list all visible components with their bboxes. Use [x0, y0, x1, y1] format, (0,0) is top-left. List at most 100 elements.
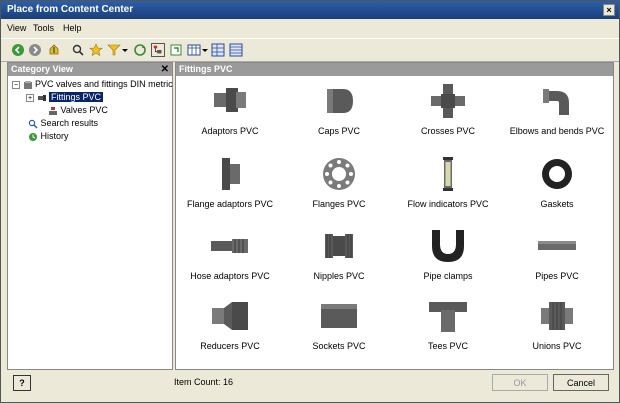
tree-item-label: Search results [40, 118, 99, 128]
item-sockets-pvc[interactable]: Sockets PVC [285, 294, 393, 366]
item-nipples-pvc[interactable]: Nipples PVC [285, 224, 393, 296]
item-label: Flange adaptors PVC [186, 199, 274, 209]
tree-item-label: PVC valves and fittings DIN metric [35, 79, 173, 89]
tree-item-valves-pvc[interactable]: Valves PVC [48, 105, 108, 116]
item-crosses-pvc[interactable]: Crosses PVC [394, 79, 502, 151]
item-label: Flow indicators PVC [407, 199, 489, 209]
ok-button[interactable]: OK [492, 374, 548, 391]
help-button[interactable]: ? [13, 375, 31, 391]
menu-help[interactable]: Help [63, 23, 82, 33]
gasket-icon [542, 159, 572, 189]
adaptor-icon [214, 88, 246, 112]
union-icon [541, 302, 573, 330]
swap-icon[interactable] [169, 43, 183, 57]
item-elbows-bends-pvc[interactable]: Elbows and bends PVC [503, 79, 611, 151]
hose-adaptor-icon [211, 239, 248, 253]
filter-dropdown-icon[interactable] [121, 43, 129, 57]
close-window-button[interactable]: × [603, 4, 615, 16]
item-hose-adaptors-pvc[interactable]: Hose adaptors PVC [176, 224, 284, 296]
window-title: Place from Content Center [7, 4, 134, 15]
item-label: Caps PVC [317, 126, 361, 136]
close-category-view-button[interactable]: ✕ [161, 63, 169, 76]
reducer-icon [212, 302, 248, 330]
elbow-icon [543, 89, 569, 115]
item-flow-indicators-pvc[interactable]: Flow indicators PVC [394, 152, 502, 224]
content-view-title: Fittings PVC [179, 64, 233, 74]
nipple-icon [325, 234, 353, 258]
menu-bar: View Tools Help [1, 21, 619, 37]
item-label: Reducers PVC [200, 341, 260, 351]
view-mode-icon[interactable] [187, 43, 201, 57]
item-tees-pvc[interactable]: Tees PVC [394, 294, 502, 366]
category-view-header: Category View ✕ [8, 63, 172, 76]
search-icon[interactable] [71, 43, 85, 57]
item-label: Gaskets [540, 199, 574, 209]
tree-item-fittings-pvc[interactable]: + Fittings PVC [26, 92, 104, 103]
flange-icon [323, 158, 355, 190]
item-label: Flanges PVC [312, 199, 366, 209]
socket-icon [321, 304, 357, 328]
cancel-button[interactable]: Cancel [553, 374, 609, 391]
item-label: Unions PVC [532, 341, 582, 351]
refresh-icon[interactable] [133, 43, 147, 57]
tee-icon [429, 302, 467, 332]
back-icon[interactable] [11, 43, 25, 57]
item-flanges-pvc[interactable]: Flanges PVC [285, 152, 393, 224]
menu-view[interactable]: View [7, 23, 26, 33]
search-results-icon [28, 119, 38, 129]
item-label: Tees PVC [427, 341, 469, 351]
tree-item-search-results[interactable]: Search results [28, 118, 98, 129]
cross-icon [431, 84, 465, 118]
content-view-header: Fittings PVC [176, 63, 613, 76]
item-label: Crosses PVC [420, 126, 475, 136]
item-caps-pvc[interactable]: Caps PVC [285, 79, 393, 151]
tree-item-label: Valves PVC [60, 105, 108, 115]
title-bar: Place from Content Center × [1, 1, 619, 19]
item-grid: Adaptors PVC Caps PVC Crosses PVC Elbows… [176, 76, 613, 369]
grid-view-icon[interactable] [229, 43, 243, 57]
item-label: Hose adaptors PVC [190, 271, 270, 281]
item-label: Adaptors PVC [201, 126, 259, 136]
category-view-title: Category View [11, 64, 73, 74]
item-adaptors-pvc[interactable]: Adaptors PVC [176, 79, 284, 151]
item-label: Nipples PVC [313, 271, 365, 281]
history-icon [29, 132, 37, 141]
item-gaskets[interactable]: Gaskets [503, 152, 611, 224]
view-mode-dropdown-icon[interactable] [201, 43, 209, 57]
item-pipe-clamps[interactable]: Pipe clamps [394, 224, 502, 296]
filter-icon[interactable] [107, 43, 121, 57]
tree-item-label-selected: Fittings PVC [49, 92, 104, 102]
up-icon[interactable] [47, 43, 61, 57]
item-flange-adaptors-pvc[interactable]: Flange adaptors PVC [176, 152, 284, 224]
tree-item-label: History [40, 131, 69, 141]
toolbar [1, 38, 619, 62]
menu-tools[interactable]: Tools [33, 23, 54, 33]
content-center-dialog: Place from Content Center × View Tools H… [0, 0, 620, 403]
item-count: Item Count: 16 [174, 377, 234, 387]
category-view-pane: Category View ✕ − PVC valves and fitting… [7, 62, 173, 370]
favorites-icon[interactable] [89, 43, 103, 57]
item-reducers-pvc[interactable]: Reducers PVC [176, 294, 284, 366]
content-view-pane: Fittings PVC Adaptors PVC Caps PVC Cross… [175, 62, 614, 370]
forward-icon[interactable] [28, 43, 42, 57]
fitting-icon [37, 94, 46, 101]
item-label: Sockets PVC [312, 341, 366, 351]
item-label: Pipe clamps [423, 271, 473, 281]
item-pipes-pvc[interactable]: Pipes PVC [503, 224, 611, 296]
tree-expander[interactable]: − [12, 80, 20, 89]
pipe-clamp-icon [432, 230, 464, 262]
tree-item-pvc-valves-fittings[interactable]: − PVC valves and fittings DIN metric [12, 79, 173, 90]
tree-item-history[interactable]: History [28, 131, 69, 142]
item-label: Elbows and bends PVC [509, 126, 605, 136]
tree-view-icon[interactable] [151, 43, 165, 57]
tree-expander[interactable]: + [26, 93, 34, 102]
flange-adaptor-icon [222, 158, 240, 190]
item-label: Pipes PVC [535, 271, 579, 281]
pipe-icon [538, 241, 576, 250]
item-unions-pvc[interactable]: Unions PVC [503, 294, 611, 366]
cap-icon [327, 89, 353, 113]
table-view-icon[interactable] [211, 43, 225, 57]
library-icon [23, 80, 32, 89]
status-bar: ? Item Count: 16 OK Cancel [1, 371, 619, 402]
valve-icon [49, 106, 57, 115]
